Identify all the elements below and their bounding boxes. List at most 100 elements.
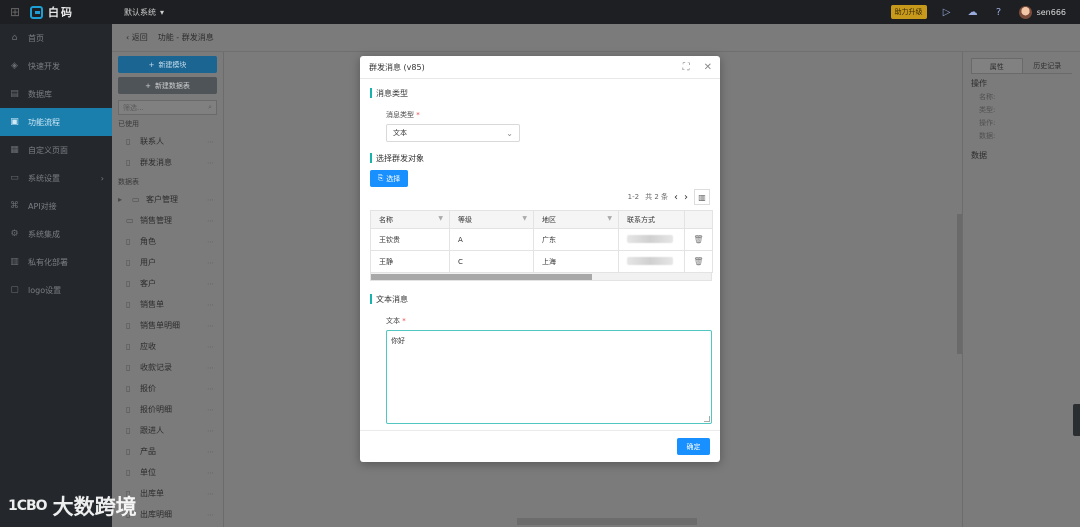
more-icon[interactable]: ⋯ — [207, 322, 215, 330]
app-logo[interactable]: 白码 — [30, 4, 112, 20]
more-icon[interactable]: ⋯ — [207, 406, 215, 414]
list-item[interactable]: ▯ 跟进人 ⋯ — [112, 420, 223, 441]
cloud-icon[interactable]: ☁ — [967, 7, 979, 18]
delete-icon[interactable]: 🗑 — [684, 250, 713, 273]
message-text-area[interactable]: 你好 — [386, 330, 712, 424]
more-icon[interactable]: ⋯ — [207, 448, 215, 456]
folder-icon: ▭ — [126, 216, 134, 225]
settings-icon: ▭ — [10, 173, 19, 183]
sidebar-item-custom-page[interactable]: ▦ 自定义页面 — [0, 136, 112, 164]
list-item[interactable]: ▯ 报价明细 ⋯ — [112, 399, 223, 420]
fullscreen-icon[interactable]: ⛶ — [683, 62, 690, 73]
more-icon[interactable]: ⋯ — [207, 469, 215, 477]
sidebar-item-system-settings[interactable]: ▭ 系统设置 › — [0, 164, 112, 192]
filter-icon[interactable]: ▼ — [607, 215, 612, 222]
list-item[interactable]: ▯ 联系人 ⋯ — [112, 131, 223, 152]
more-icon[interactable]: ⋯ — [207, 217, 215, 225]
more-icon[interactable]: ⋯ — [207, 196, 215, 204]
next-page-icon[interactable]: › — [684, 192, 688, 203]
new-data-table-button[interactable]: + 新建数据表 — [118, 77, 217, 94]
column-header[interactable]: 地区 ▼ — [533, 210, 619, 229]
app-grid-icon[interactable]: ⊞ — [0, 0, 30, 24]
more-icon[interactable]: ⋯ — [207, 238, 215, 246]
back-link[interactable]: ‹ 返回 — [126, 32, 148, 43]
close-icon[interactable]: ✕ — [704, 62, 712, 73]
field-label: 消息类型 * — [386, 110, 710, 120]
more-icon[interactable]: ⋯ — [207, 511, 215, 519]
file-icon: ▯ — [126, 158, 131, 167]
list-item[interactable]: ▯ 单位 ⋯ — [112, 462, 223, 483]
message-type-select[interactable]: 文本 ⌄ — [386, 124, 520, 142]
modal-header: 群发消息 (v85) ⛶ ✕ — [360, 56, 720, 79]
module-search-input[interactable]: 筛选... ⌕ — [118, 100, 217, 115]
delete-icon[interactable]: 🗑 — [684, 228, 713, 251]
field-label: 文本 * — [386, 316, 710, 326]
sidebar-item-label: 自定义页面 — [28, 145, 68, 155]
side-drawer-tab[interactable] — [1073, 404, 1080, 436]
avatar — [1018, 5, 1032, 19]
play-icon[interactable]: ▷ — [941, 7, 953, 18]
sidebar-item-label: API对接 — [28, 201, 57, 211]
column-header[interactable]: 联系方式 — [618, 210, 685, 229]
column-header[interactable]: 名称 ▼ — [370, 210, 450, 229]
list-item[interactable]: ▯ 客户 ⋯ — [112, 273, 223, 294]
sidebar-item-logo-settings[interactable]: ▢ logo设置 — [0, 276, 112, 304]
list-item[interactable]: ▯ 用户 ⋯ — [112, 252, 223, 273]
database-icon: ▤ — [10, 89, 19, 99]
confirm-button[interactable]: 确定 — [677, 438, 710, 455]
prop-row: 名称: — [979, 93, 996, 101]
chart-icon[interactable]: ▥ — [694, 189, 710, 205]
sidebar-item-quick-dev[interactable]: ◈ 快速开发 — [0, 52, 112, 80]
list-item[interactable]: ▯ 销售单明细 ⋯ — [112, 315, 223, 336]
sidebar-item-integration[interactable]: ⚙ 系统集成 — [0, 220, 112, 248]
list-item[interactable]: ▯ 角色 ⋯ — [112, 231, 223, 252]
filter-icon[interactable]: ▼ — [438, 215, 443, 222]
sidebar-item-database[interactable]: ▤ 数据库 — [0, 80, 112, 108]
more-icon[interactable]: ⋯ — [207, 259, 215, 267]
sidebar-item-flow[interactable]: ▣ 功能流程 — [0, 108, 112, 136]
canvas-horizontal-scrollbar[interactable] — [517, 518, 697, 525]
sidebar-item-home[interactable]: ⌂ 首页 — [0, 24, 112, 52]
more-icon[interactable]: ⋯ — [207, 159, 215, 167]
canvas-scrollbar[interactable] — [957, 214, 962, 354]
table-row[interactable]: 王静 C 上海 🗑 — [370, 250, 713, 273]
table-row[interactable]: 王钦贵 A 广东 🗑 — [370, 228, 713, 251]
more-icon[interactable]: ⋯ — [207, 364, 215, 372]
blurred-contact — [627, 256, 673, 265]
more-icon[interactable]: ⋯ — [207, 301, 215, 309]
user-menu[interactable]: sen666 — [1018, 5, 1066, 19]
more-icon[interactable]: ⋯ — [207, 490, 215, 498]
list-item[interactable]: ▯ 收款记录 ⋯ — [112, 357, 223, 378]
folder-item[interactable]: ▭ 销售管理 ⋯ — [112, 210, 223, 231]
field-label-text: 文本 — [386, 317, 400, 325]
system-selector[interactable]: 默认系统 ▾ — [124, 7, 164, 18]
filter-icon[interactable]: ▼ — [522, 215, 527, 222]
list-item[interactable]: ▯ 群发消息 ⋯ — [112, 152, 223, 173]
more-icon[interactable]: ⋯ — [207, 138, 215, 146]
more-icon[interactable]: ⋯ — [207, 385, 215, 393]
folder-item[interactable]: ▸ ▭ 客户管理 ⋯ — [112, 189, 223, 210]
sidebar-item-deploy[interactable]: ▥ 私有化部署 — [0, 248, 112, 276]
new-module-button[interactable]: + 新建模块 — [118, 56, 217, 73]
table-horizontal-scrollbar[interactable] — [370, 273, 712, 281]
more-icon[interactable]: ⋯ — [207, 427, 215, 435]
select-target-button[interactable]: ⎘ 选择 — [370, 170, 408, 187]
tab-history[interactable]: 历史记录 — [1023, 58, 1073, 73]
file-icon: ▯ — [126, 237, 131, 246]
more-icon[interactable]: ⋯ — [207, 343, 215, 351]
list-item[interactable]: ▯ 产品 ⋯ — [112, 441, 223, 462]
breadcrumb-path: 功能 - 群发消息 — [157, 33, 214, 42]
prev-page-icon[interactable]: ‹ — [674, 192, 678, 203]
caret-right-icon: ▸ — [118, 195, 123, 204]
sidebar-item-api[interactable]: ⌘ API对接 — [0, 192, 112, 220]
list-item[interactable]: ▯ 销售单 ⋯ — [112, 294, 223, 315]
tab-properties[interactable]: 属性 — [971, 58, 1023, 73]
list-item[interactable]: ▯ 报价 ⋯ — [112, 378, 223, 399]
bolt-icon: ◈ — [11, 61, 18, 71]
more-icon[interactable]: ⋯ — [207, 280, 215, 288]
column-header[interactable]: 等级 ▼ — [449, 210, 534, 229]
upgrade-badge[interactable]: 助力升级 — [890, 5, 927, 19]
list-item[interactable]: ▯ 应收 ⋯ — [112, 336, 223, 357]
list-item-label: 报价 — [140, 384, 156, 393]
help-icon[interactable]: ? — [993, 7, 1005, 18]
